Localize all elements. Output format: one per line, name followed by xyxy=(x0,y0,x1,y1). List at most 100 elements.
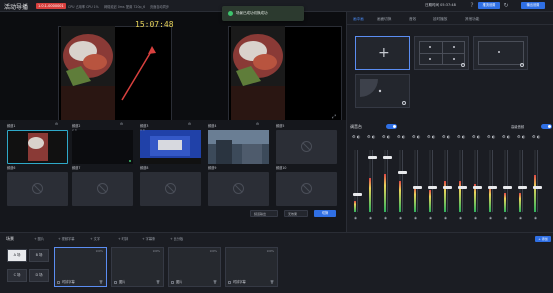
source-cell-1[interactable] xyxy=(7,130,68,164)
fader-knob[interactable] xyxy=(413,186,422,189)
fader-track[interactable] xyxy=(372,150,373,212)
monitor-icon[interactable]: ◉ xyxy=(399,216,402,220)
fader-track[interactable] xyxy=(537,150,538,212)
fader-knob[interactable] xyxy=(398,171,407,174)
source-4-settings-icon[interactable]: ⚙ xyxy=(256,122,259,126)
switch-button[interactable]: 切换 xyxy=(314,210,336,217)
monitor-icon[interactable]: ◉ xyxy=(384,216,387,220)
source-3-settings-icon[interactable]: ⚙ xyxy=(188,122,191,126)
monitor-icon[interactable]: ◉ xyxy=(474,216,477,220)
scene-card-checkbox[interactable] xyxy=(57,281,60,284)
channel-settings-icon[interactable]: ⚙ ◐ xyxy=(532,134,540,139)
channel-settings-icon[interactable]: ⚙ ◐ xyxy=(442,134,450,139)
channel-settings-icon[interactable]: ⚙ ◐ xyxy=(427,134,435,139)
channel-settings-icon[interactable]: ⚙ ◐ xyxy=(352,134,360,139)
fader-knob[interactable] xyxy=(353,193,362,196)
monitor-icon[interactable]: ◉ xyxy=(354,216,357,220)
source-1-settings-icon[interactable]: ⚙ xyxy=(55,122,58,126)
fader-track[interactable] xyxy=(432,150,433,212)
tab-transition[interactable]: 画面切换 xyxy=(377,17,391,22)
fader-knob[interactable] xyxy=(503,186,512,189)
source-cell-2[interactable] xyxy=(72,130,133,164)
fader-track[interactable] xyxy=(417,150,418,212)
fader-track[interactable] xyxy=(477,150,478,212)
monitor-icon[interactable]: ◉ xyxy=(489,216,492,220)
layout-quad-card[interactable] xyxy=(414,36,469,70)
output-select[interactable]: 频道输出 xyxy=(250,210,278,217)
fader-knob[interactable] xyxy=(533,186,542,189)
add-scoreboard-button[interactable]: + 比分板 xyxy=(170,236,183,241)
effect-select[interactable]: 无效果 xyxy=(284,210,308,217)
fader-knob[interactable] xyxy=(458,186,467,189)
stream-settings-button[interactable]: 推流设置 xyxy=(478,2,500,9)
source-cell-6[interactable] xyxy=(7,172,68,206)
fader-track[interactable] xyxy=(447,150,448,212)
monitor-icon[interactable]: ◉ xyxy=(504,216,507,220)
fader-knob[interactable] xyxy=(488,186,497,189)
channel-settings-icon[interactable]: ⚙ ◐ xyxy=(382,134,390,139)
source-cell-4[interactable] xyxy=(208,130,269,164)
scene-card-checkbox[interactable] xyxy=(228,281,231,284)
help-icon[interactable]: ? xyxy=(468,2,476,10)
fader-track[interactable] xyxy=(462,150,463,212)
output-settings-button[interactable]: 输出设置 xyxy=(521,2,545,9)
tab-other[interactable]: 其他功能 xyxy=(465,17,479,22)
trash-icon[interactable]: 🗑 xyxy=(213,280,217,284)
source-cell-10[interactable] xyxy=(276,172,337,206)
layout-corner-card[interactable] xyxy=(355,74,410,108)
fader-track[interactable] xyxy=(357,150,358,212)
source-cell-8[interactable] xyxy=(140,172,201,206)
source-cell-9[interactable] xyxy=(208,172,269,206)
source-cell-5[interactable] xyxy=(276,130,337,164)
channel-settings-icon[interactable]: ⚙ ◐ xyxy=(457,134,465,139)
fader-track[interactable] xyxy=(522,150,523,212)
monitor-icon[interactable]: ◉ xyxy=(459,216,462,220)
tab-pip[interactable]: 画中画 xyxy=(353,17,364,22)
channel-settings-icon[interactable]: ⚙ ◐ xyxy=(367,134,375,139)
scene-card-2[interactable]: 100% 图片 🗑 xyxy=(111,247,164,287)
channel-settings-icon[interactable]: ⚙ ◐ xyxy=(472,134,480,139)
layout-pip-card[interactable] xyxy=(473,36,528,70)
fader-track[interactable] xyxy=(507,150,508,212)
fader-track[interactable] xyxy=(402,150,403,212)
scene-card-checkbox[interactable] xyxy=(114,281,117,284)
monitor-icon[interactable]: ◉ xyxy=(534,216,537,220)
add-image-button[interactable]: + 图片 xyxy=(34,236,44,241)
monitor-icon[interactable]: ◉ xyxy=(429,216,432,220)
monitor-icon[interactable]: ◉ xyxy=(519,216,522,220)
add-text-button[interactable]: + 文字 xyxy=(90,236,100,241)
trash-icon[interactable]: 🗑 xyxy=(156,280,160,284)
fader-knob[interactable] xyxy=(368,156,377,159)
scene-card-3[interactable]: 100% 图片 🗑 xyxy=(168,247,221,287)
scene-card-4[interactable]: 100% 时钟字幕 🗑 xyxy=(225,247,278,287)
channel-settings-icon[interactable]: ⚙ ◐ xyxy=(487,134,495,139)
fader-knob[interactable] xyxy=(383,156,392,159)
tab-sound[interactable]: 音效 xyxy=(409,17,416,22)
fader-knob[interactable] xyxy=(473,186,482,189)
source-cell-7[interactable] xyxy=(72,172,133,206)
tab-delay[interactable]: 延时播放 xyxy=(433,17,447,22)
fader-knob[interactable] xyxy=(428,186,437,189)
add-clock-button[interactable]: + 时钟 xyxy=(118,236,128,241)
scene-card-checkbox[interactable] xyxy=(171,281,174,284)
add-subtitle-bar-button[interactable]: + 字幕条 xyxy=(142,236,155,241)
add-scene-button[interactable]: + 添加 xyxy=(535,236,551,242)
monitor-icon[interactable]: ◉ xyxy=(414,216,417,220)
fader-knob[interactable] xyxy=(518,186,527,189)
fader-track[interactable] xyxy=(492,150,493,212)
trash-icon[interactable]: 🗑 xyxy=(99,280,103,284)
add-video-caption-button[interactable]: + 视频字幕 xyxy=(58,236,74,241)
refresh-icon[interactable]: ↻ xyxy=(502,2,510,10)
fader-track[interactable] xyxy=(387,150,388,212)
mixer-toggle[interactable] xyxy=(386,124,397,129)
source-cell-3[interactable] xyxy=(140,130,201,164)
layout-add-card[interactable]: + xyxy=(355,36,410,70)
advanced-audio-toggle[interactable] xyxy=(541,124,552,129)
monitor-icon[interactable]: ◉ xyxy=(369,216,372,220)
scene-tile-c[interactable]: C 场 xyxy=(7,269,27,282)
trash-icon[interactable]: 🗑 xyxy=(270,280,274,284)
channel-settings-icon[interactable]: ⚙ ◐ xyxy=(517,134,525,139)
monitor-icon[interactable]: ◉ xyxy=(444,216,447,220)
channel-settings-icon[interactable]: ⚙ ◐ xyxy=(397,134,405,139)
scene-card-1[interactable]: 100% 时钟字幕 🗑 xyxy=(54,247,107,287)
